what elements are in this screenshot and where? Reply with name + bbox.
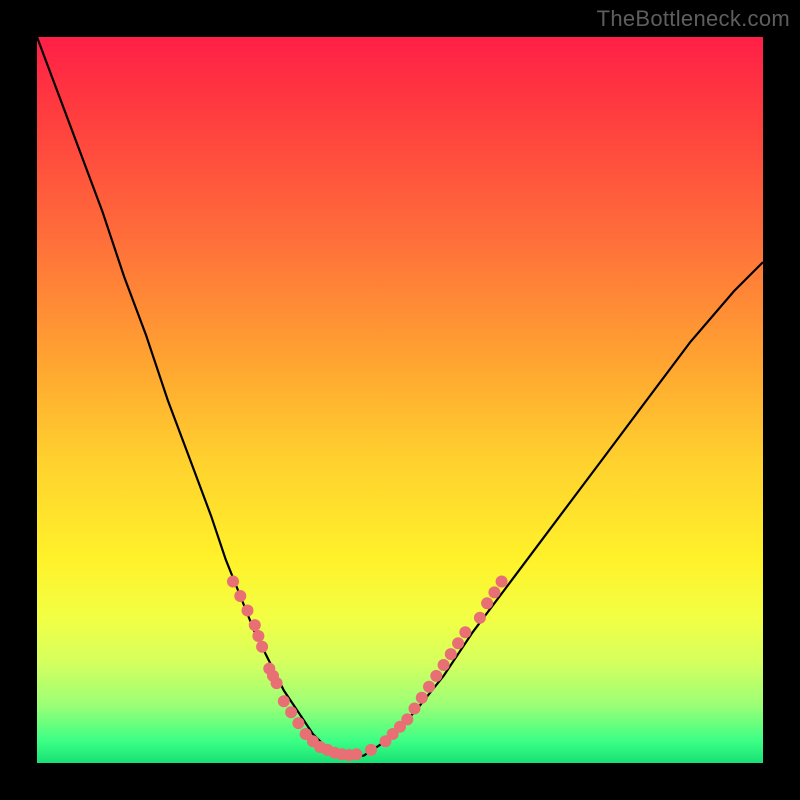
curve-svg: [37, 37, 763, 763]
curve-marker: [285, 706, 297, 718]
curve-marker: [242, 605, 254, 617]
curve-marker: [292, 717, 304, 729]
curve-marker: [474, 612, 486, 624]
curve-marker: [256, 641, 268, 653]
curve-marker: [409, 703, 421, 715]
chart-frame: TheBottleneck.com: [0, 0, 800, 800]
curve-marker: [430, 670, 442, 682]
plot-area: [37, 37, 763, 763]
curve-markers: [227, 576, 508, 762]
curve-marker: [452, 637, 464, 649]
bottleneck-curve: [37, 37, 763, 756]
curve-marker: [459, 626, 471, 638]
curve-marker: [416, 692, 428, 704]
curve-marker: [438, 659, 450, 671]
curve-marker: [227, 576, 239, 588]
curve-marker: [481, 597, 493, 609]
curve-marker: [401, 713, 413, 725]
curve-marker: [488, 586, 500, 598]
curve-marker: [252, 630, 264, 642]
curve-marker: [423, 681, 435, 693]
curve-marker: [271, 677, 283, 689]
watermark-text: TheBottleneck.com: [597, 6, 790, 32]
curve-marker: [496, 576, 508, 588]
curve-marker: [278, 695, 290, 707]
curve-marker: [234, 590, 246, 602]
curve-marker: [445, 648, 457, 660]
curve-marker: [350, 748, 362, 760]
curve-marker: [249, 619, 261, 631]
curve-marker: [365, 744, 377, 756]
